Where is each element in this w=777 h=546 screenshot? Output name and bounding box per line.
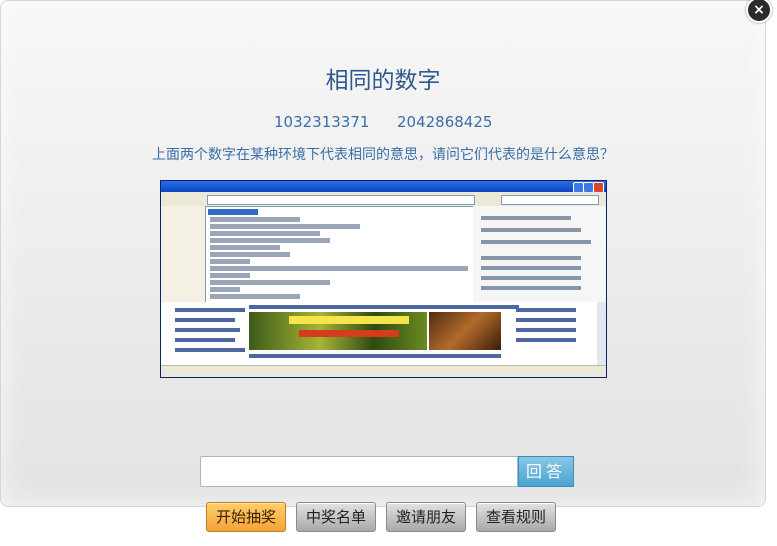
screenshot-toolbar (161, 192, 606, 207)
number-2: 2042868425 (397, 113, 493, 131)
screenshot-search-box (501, 195, 599, 205)
screenshot-right-panel (473, 206, 606, 302)
invite-friends-button[interactable]: 邀请朋友 (386, 502, 466, 532)
start-lottery-button[interactable]: 开始抽奖 (206, 502, 286, 532)
quiz-panel: 相同的数字 1032313371 2042868425 上面两个数字在某种环境下… (0, 0, 766, 507)
screenshot-statusbar (161, 365, 606, 377)
screenshot-url-dropdown (205, 206, 475, 304)
winners-list-button[interactable]: 中奖名单 (296, 502, 376, 532)
quiz-title: 相同的数字 (325, 68, 441, 94)
screenshot-page-content (161, 302, 606, 365)
answer-submit-button[interactable]: 回答 (518, 456, 574, 487)
answer-input[interactable] (200, 456, 518, 487)
screenshot-titlebar (161, 181, 606, 192)
question-text: 上面两个数字在某种环境下代表相同的意思，请问它们代表的是什么意思？ (152, 147, 614, 163)
number-1: 1032313371 (274, 113, 370, 131)
view-rules-button[interactable]: 查看规则 (476, 502, 556, 532)
screenshot-left-panel (161, 206, 205, 302)
screenshot-game-banner (429, 312, 501, 350)
browser-screenshot-image (160, 180, 607, 378)
screenshot-ad-banner (249, 312, 427, 350)
screenshot-selected-url (208, 209, 258, 215)
screenshot-address-bar (207, 195, 475, 205)
close-icon[interactable]: × (746, 0, 772, 23)
screenshot-scrollbar (597, 302, 606, 365)
